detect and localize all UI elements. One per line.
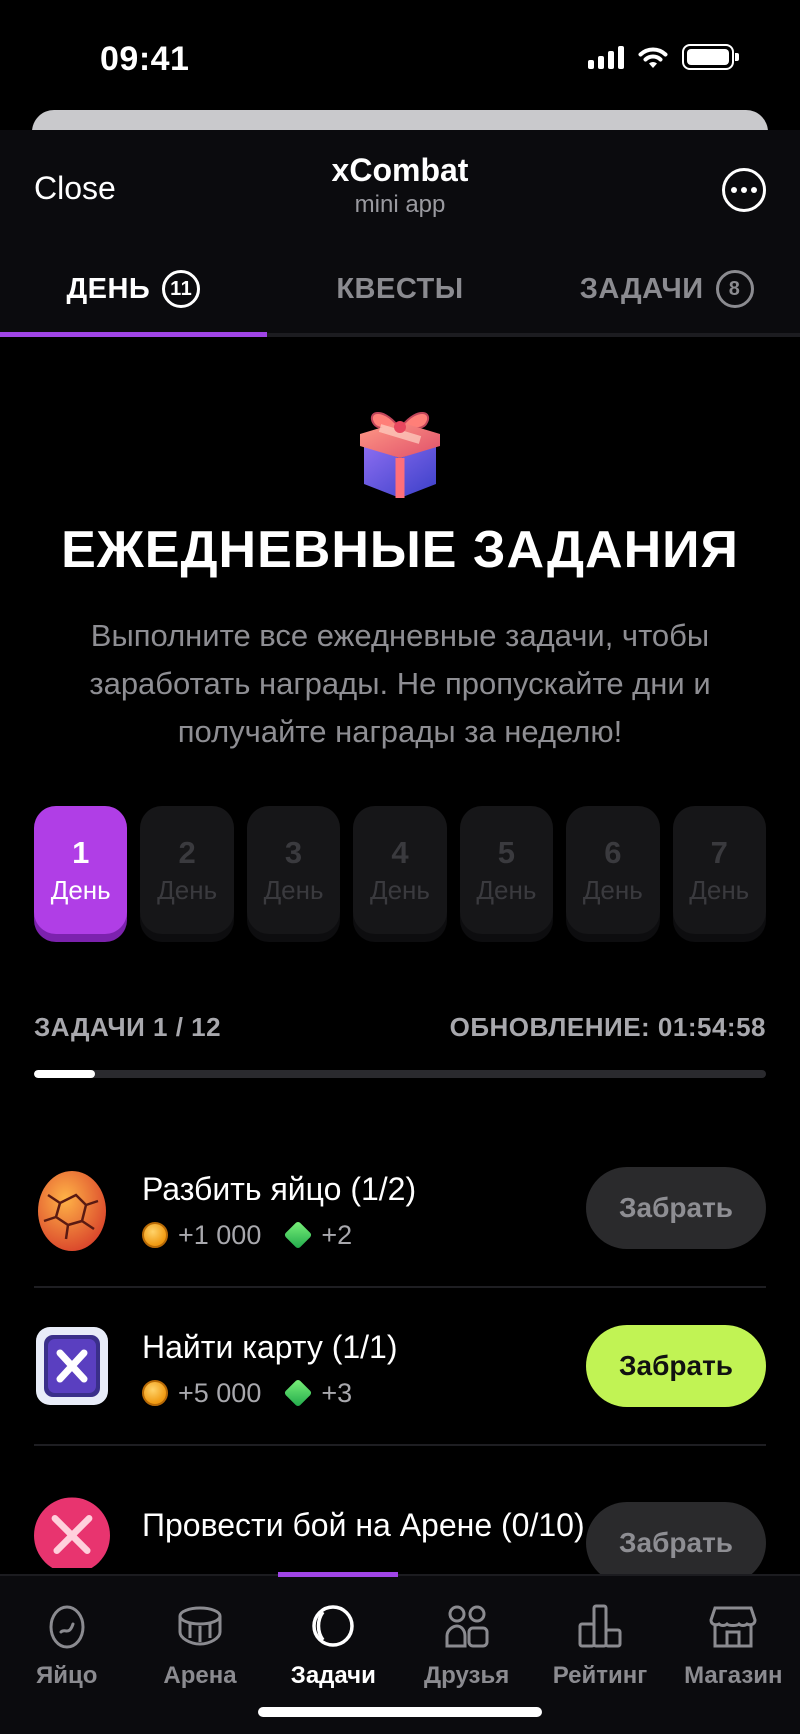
rating-icon <box>578 1604 622 1648</box>
gift-icon <box>360 412 440 498</box>
tab-quests[interactable]: КВЕСТЫ <box>267 245 534 333</box>
task-title: Провести бой на Арене (0/10) <box>142 1507 585 1543</box>
coin-reward: +5 000 <box>178 1377 262 1408</box>
dot-icon <box>751 187 757 193</box>
app-header: Close xCombat mini app <box>0 130 800 245</box>
progress-header: ЗАДАЧИ 1 / 12 ОБНОВЛЕНИЕ: 01:54:58 <box>34 1012 766 1043</box>
task-body: Разбить яйцо (1/2) +1 000 +2 <box>142 1166 586 1251</box>
day-number: 4 <box>391 834 409 870</box>
tab-label: ЗАДАЧИ <box>579 272 704 305</box>
tasks-counter: ЗАДАЧИ 1 / 12 <box>34 1012 222 1042</box>
nav-label: Рейтинг <box>552 1662 648 1689</box>
day-label: День <box>157 874 218 905</box>
day-number: 3 <box>284 834 303 870</box>
day-card-3[interactable]: 3 День <box>246 806 341 934</box>
coin-icon <box>142 1380 168 1406</box>
more-options-button[interactable] <box>722 168 766 212</box>
header-title-group: xCombat mini app <box>0 152 800 219</box>
nav-label: Яйцо <box>35 1662 98 1689</box>
day-card-1[interactable]: 1 День <box>34 806 128 934</box>
day-label: День <box>582 874 643 905</box>
task-body: Найти карту (1/1) +5 000 +3 <box>142 1324 586 1409</box>
task-row: Разбить яйцо (1/2) +1 000 +2 Забрать <box>34 1130 766 1288</box>
page-description: Выполните все ежедневные задачи, чтобы з… <box>89 618 711 749</box>
card-icon <box>34 1323 110 1409</box>
swords-icon <box>34 1482 110 1568</box>
gem-icon <box>284 1378 313 1408</box>
status-time: 09:41 <box>100 40 190 78</box>
tab-badge: 11 <box>162 270 201 308</box>
day-number: 7 <box>710 834 728 870</box>
dot-icon <box>741 187 747 193</box>
status-bar: 09:41 <box>0 0 800 110</box>
claim-button[interactable]: Забрать <box>586 1167 766 1249</box>
nav-label: Друзья <box>424 1662 510 1689</box>
tab-bar: ДЕНЬ 11 КВЕСТЫ ЗАДАЧИ 8 <box>0 245 800 337</box>
app-subtitle: mini app <box>354 191 446 218</box>
home-indicator <box>258 1707 542 1717</box>
nav-label: Задачи <box>290 1662 376 1689</box>
egg-icon <box>34 1165 110 1251</box>
nav-item-shop[interactable]: Магазин <box>672 1602 794 1734</box>
task-rewards: +5 000 +3 <box>142 1378 586 1409</box>
day-card-2[interactable]: 2 День <box>140 806 234 934</box>
task-title: Найти карту (1/1) <box>142 1328 398 1365</box>
gem-icon <box>284 1220 313 1250</box>
tasks-icon <box>312 1605 355 1647</box>
nav-label: Арена <box>163 1662 237 1689</box>
day-card-7[interactable]: 7 День <box>672 806 766 934</box>
day-label: День <box>689 874 750 905</box>
gem-reward: +2 <box>321 1219 353 1250</box>
coin-reward: +1 000 <box>178 1219 262 1250</box>
task-title: Разбить яйцо (1/2) <box>142 1170 417 1207</box>
progress-fill <box>34 1070 95 1078</box>
tab-day[interactable]: ДЕНЬ 11 <box>0 245 267 337</box>
task-body: Провести бой на Арене (0/10) <box>142 1502 586 1548</box>
page-title: ЕЖЕДНЕВНЫЕ ЗАДАНИЯ <box>61 521 739 579</box>
egg-outline-icon <box>49 1605 85 1649</box>
battery-icon <box>682 44 739 70</box>
claim-button[interactable]: Забрать <box>586 1502 766 1584</box>
signal-icon <box>588 45 624 69</box>
day-card-5[interactable]: 5 День <box>459 806 554 934</box>
day-number: 6 <box>604 834 622 870</box>
nav-item-egg[interactable]: Яйцо <box>6 1602 128 1734</box>
update-timer: ОБНОВЛЕНИЕ: 01:54:58 <box>449 1012 766 1042</box>
tab-label: КВЕСТЫ <box>336 272 464 305</box>
progress-bar <box>34 1070 766 1078</box>
day-number: 2 <box>178 834 196 870</box>
task-row: Найти карту (1/1) +5 000 +3 Забрать <box>34 1288 766 1446</box>
day-label: День <box>369 874 430 905</box>
day-number: 5 <box>497 834 516 870</box>
tab-tasks[interactable]: ЗАДАЧИ 8 <box>533 245 800 333</box>
wifi-icon <box>638 47 668 68</box>
day-card-6[interactable]: 6 День <box>566 806 660 934</box>
tab-badge: 8 <box>715 270 754 308</box>
day-selector: 1 День 2 День 3 День 4 День 5 День 6 Ден… <box>34 806 766 934</box>
friends-icon <box>445 1605 489 1648</box>
day-card-4[interactable]: 4 День <box>353 806 447 934</box>
day-label: День <box>263 874 324 905</box>
nav-label: Магазин <box>684 1662 783 1689</box>
nav-active-indicator <box>278 1572 398 1577</box>
gem-reward: +3 <box>321 1377 353 1408</box>
coin-icon <box>142 1222 168 1248</box>
status-icons <box>588 44 739 70</box>
nav-item-rating[interactable]: Рейтинг <box>539 1602 661 1734</box>
tab-label: ДЕНЬ <box>66 272 151 305</box>
arena-icon <box>178 1606 222 1646</box>
shop-icon <box>709 1606 757 1648</box>
day-label: День <box>50 874 111 905</box>
nav-item-arena[interactable]: Арена <box>139 1602 261 1734</box>
app-title: xCombat <box>331 152 469 188</box>
dot-icon <box>731 187 737 193</box>
claim-button[interactable]: Забрать <box>586 1325 766 1407</box>
day-label: День <box>476 874 537 905</box>
day-number: 1 <box>72 834 90 870</box>
task-rewards: +1 000 +2 <box>142 1220 586 1251</box>
